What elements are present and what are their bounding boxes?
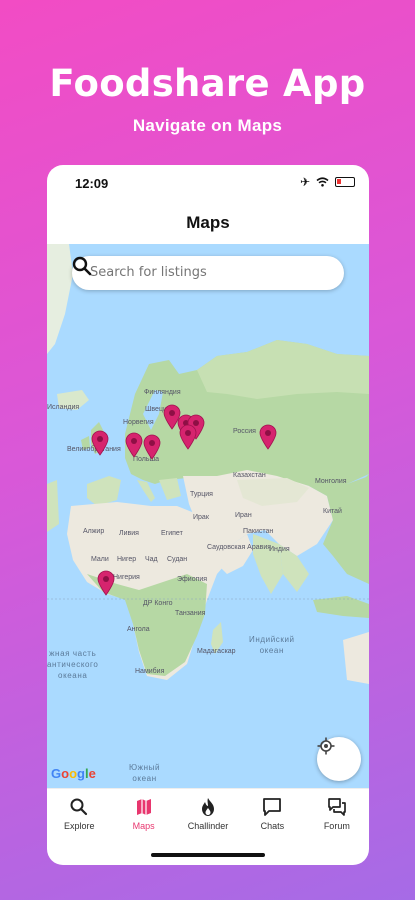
map-icon	[136, 799, 151, 815]
map-label: Алжир	[83, 528, 105, 535]
map-label: Иран	[235, 512, 252, 519]
map-label: Индия	[269, 546, 290, 553]
map-label: Намибия	[135, 668, 165, 675]
status-bar: 12:09 ✈	[47, 165, 369, 201]
promo-subtitle: Navigate on Maps	[132, 116, 283, 135]
search-icon[interactable]	[72, 256, 92, 276]
map-label: Исландия	[47, 404, 80, 411]
nav-item-explore[interactable]: Explore	[47, 789, 111, 840]
map-label: Нигер	[117, 556, 137, 563]
map-label: Монголия	[315, 478, 347, 485]
wifi-icon	[316, 177, 329, 187]
map-pin-icon[interactable]	[259, 424, 277, 450]
ocean-label: жная часть антического океана	[47, 649, 99, 680]
airplane-icon: ✈	[299, 175, 310, 189]
nav-label: Challinder	[187, 821, 229, 831]
map-label: Казахстан	[233, 472, 266, 479]
nav-label: Explore	[63, 821, 95, 831]
map-pin-icon[interactable]	[97, 570, 115, 596]
map-label: Россия	[233, 428, 256, 435]
nav-label: Forum	[323, 821, 350, 831]
map-label: Чад	[145, 556, 158, 563]
phone-screen: 12:09 ✈ Maps Исландия Швеция Финляндия Н…	[47, 165, 369, 865]
crosshair-icon	[317, 737, 335, 755]
map-label: Ирак	[193, 514, 209, 521]
search-icon	[70, 798, 88, 816]
page-title: Maps	[186, 213, 230, 232]
status-time: 12:09	[75, 176, 109, 191]
map-label: ДР Конго	[143, 600, 173, 607]
map-pin-icon[interactable]	[91, 430, 109, 456]
map-label: Судан	[167, 556, 188, 563]
ocean-label: Индийский океан	[249, 635, 295, 655]
map-label: Пакистан	[243, 528, 274, 535]
bottom-nav: Explore Maps Challinder Chats Forum	[47, 788, 369, 840]
map-label: Ангола	[127, 626, 150, 633]
nav-label: Chats	[260, 821, 285, 831]
map-label: Египет	[161, 530, 183, 537]
search-input[interactable]	[90, 265, 290, 280]
map-label: Саудовская Аравия	[207, 544, 272, 551]
map-label: Китай	[323, 508, 342, 515]
nav-item-challinder[interactable]: Challinder	[176, 789, 240, 840]
map-label: Мали	[91, 556, 109, 563]
nav-item-chats[interactable]: Chats	[240, 789, 304, 840]
search-bar[interactable]	[72, 256, 344, 290]
forum-icon	[327, 798, 346, 816]
my-location-button[interactable]	[317, 737, 361, 781]
map-pin-icon[interactable]	[179, 424, 197, 450]
nav-label: Maps	[132, 821, 155, 831]
map-label: Норвегия	[123, 419, 154, 426]
nav-item-maps[interactable]: Maps	[111, 789, 175, 840]
flame-icon	[202, 798, 215, 816]
google-logo: Google	[51, 766, 96, 781]
world-map[interactable]: Исландия Швеция Финляндия Норвегия Велик…	[47, 244, 369, 788]
map-label: Танзания	[175, 610, 206, 617]
battery-icon	[335, 177, 355, 187]
home-indicator	[151, 853, 265, 857]
chat-icon	[263, 798, 282, 816]
map-label: Мадагаскар	[197, 648, 236, 655]
nav-item-forum[interactable]: Forum	[305, 789, 369, 840]
promo-title: Foodshare App	[49, 62, 366, 105]
ocean-label: Южный океан	[129, 763, 161, 783]
map-pin-icon[interactable]	[125, 432, 143, 458]
map-label: Нигерия	[113, 574, 140, 581]
status-icons: ✈	[300, 176, 355, 188]
map-label: Эфиопия	[177, 576, 208, 583]
map-label: Финляндия	[144, 389, 181, 396]
map-pin-icon[interactable]	[143, 434, 161, 460]
map-label: Турция	[190, 491, 213, 498]
map-label: Ливия	[119, 530, 139, 537]
